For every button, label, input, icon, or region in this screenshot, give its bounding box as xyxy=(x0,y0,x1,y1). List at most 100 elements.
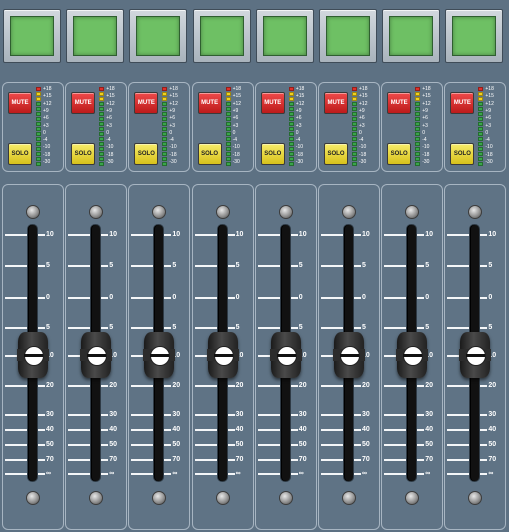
meter-segment xyxy=(99,152,105,156)
fader-scale-label: ∞ xyxy=(298,470,304,477)
fader-scale-label: 10 xyxy=(109,231,117,238)
channel-select-pad-5[interactable] xyxy=(255,9,314,63)
fader-scale-tick xyxy=(321,297,343,299)
fader-scale-label: 5 xyxy=(298,324,303,331)
meter-segment xyxy=(36,157,41,161)
meter-segment xyxy=(99,97,105,101)
solo-button[interactable]: SOLO xyxy=(260,143,285,165)
fader-scale-tick xyxy=(384,385,407,387)
channel-select-pad-6[interactable] xyxy=(319,9,377,63)
fader-scale-label: 5 xyxy=(172,262,177,269)
channel-select-pad-8[interactable] xyxy=(445,9,504,63)
meter-scale-label: +15 xyxy=(359,93,368,100)
meter-scale-label: +3 xyxy=(422,122,428,129)
fader-scale-tick xyxy=(447,297,470,299)
mute-button[interactable]: MUTE xyxy=(387,92,412,114)
fader-scale-tick xyxy=(163,297,172,299)
fader-scale-tick xyxy=(479,429,488,431)
level-meter xyxy=(478,87,484,167)
mute-button[interactable]: MUTE xyxy=(450,92,475,114)
fader-scale-tick xyxy=(5,429,27,431)
fader-scale-tick xyxy=(131,444,154,446)
meter-scale-label: +12 xyxy=(106,100,115,107)
solo-button[interactable]: SOLO xyxy=(450,143,475,165)
fader-knob[interactable] xyxy=(206,332,239,378)
solo-button[interactable]: SOLO xyxy=(71,143,96,165)
fader-scale-tick xyxy=(131,385,154,387)
fader-scale-tick xyxy=(226,297,235,299)
fader-scale-tick xyxy=(163,459,172,461)
fader-knob[interactable] xyxy=(396,332,429,378)
meter-scale-label: -30 xyxy=(106,159,114,165)
level-meter xyxy=(225,87,231,167)
mute-button[interactable]: MUTE xyxy=(8,92,32,114)
meter-segment xyxy=(36,162,41,166)
fader-scale-tick xyxy=(68,385,91,387)
mute-button[interactable]: MUTE xyxy=(260,92,285,114)
channel-select-pad-3[interactable] xyxy=(129,9,188,63)
meter-segment xyxy=(352,112,357,116)
channel-select-pad-7[interactable] xyxy=(382,9,441,63)
fader-scale-tick xyxy=(226,385,235,387)
fader-scale-tick xyxy=(416,459,425,461)
fader-scale-label: 70 xyxy=(172,456,181,463)
fader-knob[interactable] xyxy=(333,332,365,378)
fader-scale-label: 5 xyxy=(109,262,114,269)
solo-button[interactable]: SOLO xyxy=(197,143,222,165)
fader-knob[interactable] xyxy=(143,332,176,378)
fader-scale-tick xyxy=(5,265,27,267)
channel-controls: MUTE SOLO +18 +15 +12 +9 +6 +3 0 -4 -10 -18 -30 xyxy=(2,82,64,172)
fader-scale-label: 20 xyxy=(109,382,117,389)
mute-button[interactable]: MUTE xyxy=(197,92,222,114)
meter-scale-label: +3 xyxy=(359,122,365,129)
fader-scale-tick xyxy=(384,429,407,431)
meter-segment xyxy=(162,132,168,136)
screw-icon xyxy=(215,205,230,219)
fader-knob[interactable] xyxy=(80,332,113,378)
mute-button[interactable]: MUTE xyxy=(324,92,348,114)
mute-button[interactable]: MUTE xyxy=(71,92,96,114)
fader-scale-tick xyxy=(68,414,91,416)
meter-segment xyxy=(478,137,484,141)
fader-section: 10 5 0 5 10 20 30 40 50 70 ∞ xyxy=(444,184,507,530)
fader-scale-tick xyxy=(194,429,217,431)
meter-segment xyxy=(162,102,168,106)
channel-select-pad-4[interactable] xyxy=(192,9,251,63)
fader-scale-label: 50 xyxy=(425,441,433,448)
channel-select-pad-2[interactable] xyxy=(66,9,125,63)
meter-scale-label: +12 xyxy=(485,100,494,107)
fader-scale-tick xyxy=(416,297,425,299)
screw-icon xyxy=(152,205,167,219)
fader-scale-label: 5 xyxy=(46,324,50,331)
fader-scale-tick xyxy=(321,459,343,461)
solo-button[interactable]: SOLO xyxy=(324,143,348,165)
level-meter xyxy=(36,87,41,167)
channel-select-pad-1[interactable] xyxy=(3,9,61,63)
fader-knob[interactable] xyxy=(459,332,492,378)
meter-segment xyxy=(99,157,105,161)
mute-button[interactable]: MUTE xyxy=(134,92,159,114)
fader-scale-label: 5 xyxy=(46,262,50,269)
channel-controls: MUTE SOLO +18 +15 +12 +9 +6 +3 0 -4 -10 -18 -30 xyxy=(191,82,254,172)
fader-scale-label: 50 xyxy=(488,441,497,448)
fader-scale-label: 10 xyxy=(298,231,307,238)
fader-scale-tick xyxy=(5,459,27,461)
solo-button[interactable]: SOLO xyxy=(387,143,412,165)
fader-scale-tick xyxy=(131,297,154,299)
fader-scale-tick xyxy=(68,297,91,299)
fader-scale-tick xyxy=(479,297,488,299)
solo-button[interactable]: SOLO xyxy=(134,143,159,165)
solo-button[interactable]: SOLO xyxy=(8,143,32,165)
fader-scale-tick xyxy=(37,385,45,387)
knob-line xyxy=(466,354,486,357)
fader-scale-label: ∞ xyxy=(46,470,51,477)
fader-scale-tick xyxy=(5,327,27,329)
meter-segment xyxy=(478,112,484,116)
meter-segment xyxy=(352,87,357,91)
fader-knob[interactable] xyxy=(269,332,302,378)
fader-scale-label: 5 xyxy=(235,262,240,269)
fader-scale-tick xyxy=(289,429,298,431)
fader-scale-tick xyxy=(100,429,109,431)
fader-scale-tick xyxy=(384,234,407,236)
fader-knob[interactable] xyxy=(17,332,49,378)
